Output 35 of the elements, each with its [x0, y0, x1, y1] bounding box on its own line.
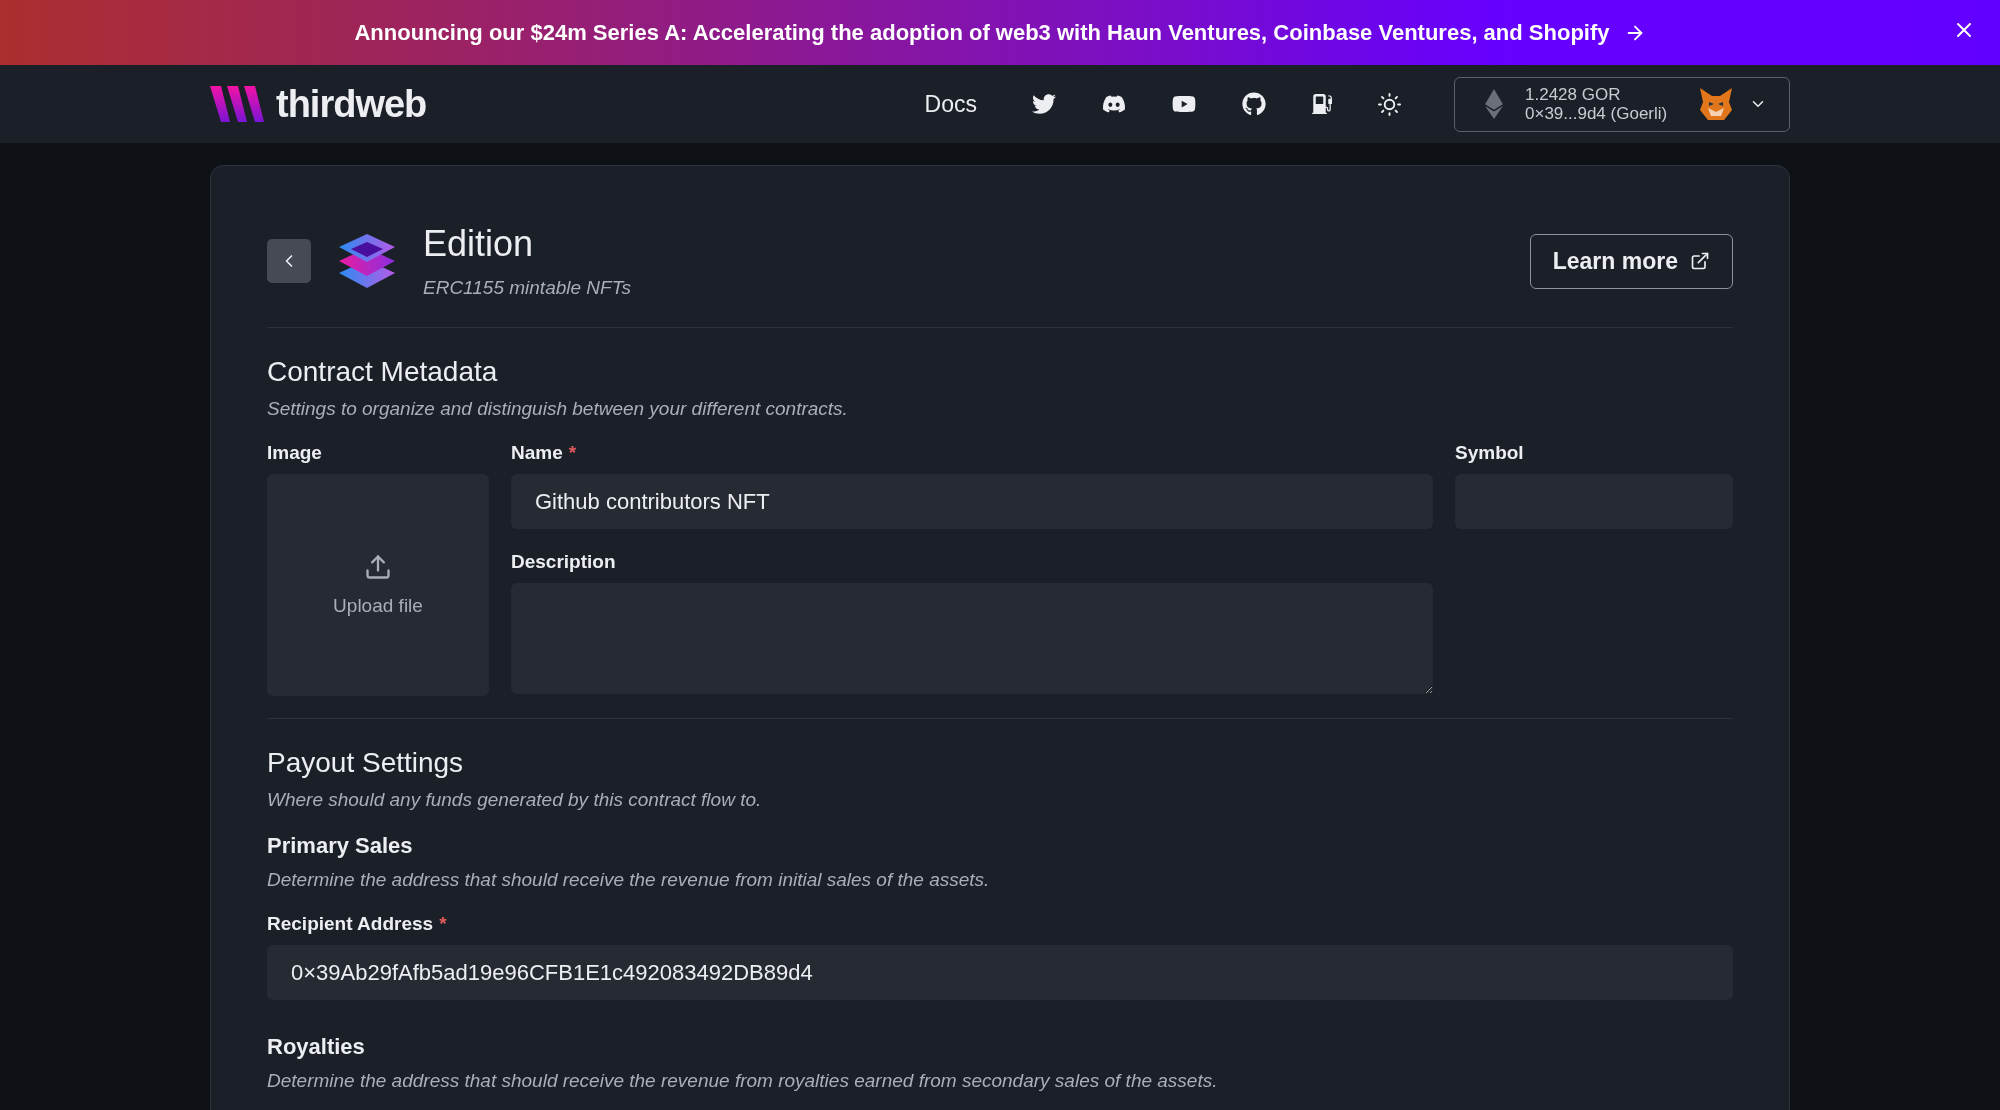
field-label: Name * — [511, 442, 578, 464]
subsection-title: Primary Sales — [267, 833, 414, 859]
sun-icon[interactable] — [1378, 92, 1401, 116]
section-description: Where should any funds generated by this contract flow to. — [267, 789, 763, 811]
layers-icon — [337, 234, 397, 288]
github-icon[interactable] — [1242, 92, 1266, 116]
upload-dropzone[interactable]: Upload file — [267, 474, 489, 696]
recipient-address-input[interactable]: 0×39Ab29fAfb5ad19e96CFB1E1c492083492DB89d4 — [267, 945, 1733, 1000]
subsection-description: Determine the address that should receive the revenue from initial sales of the assets. — [267, 869, 991, 891]
section-description: Settings to organize and distinguish between your different contracts. — [267, 398, 849, 420]
field-label: Description — [511, 551, 617, 573]
section-title: Payout Settings — [267, 747, 465, 779]
wallet-button[interactable]: 1.2428 GOR 0×39...9d4 (Goerli) — [1454, 76, 1790, 132]
contract-subtitle: ERC1155 mintable NFTs — [423, 277, 633, 299]
subsection-description: Determine the address that should receive the revenue from royalties earned from secondary sales of the assets. — [267, 1070, 1219, 1092]
docs-link[interactable]: Docs — [924, 90, 977, 118]
subsection-title: Royalties — [267, 1034, 366, 1060]
brand-name[interactable]: thirdweb — [276, 82, 427, 126]
upload-text: Upload file — [333, 595, 423, 617]
field-label: Recipient Address * — [267, 913, 448, 935]
contract-title: Edition — [423, 223, 535, 265]
announcement-text[interactable]: Announcing our $24m Series A: Accelerating the adoption of web3 with Haun Ventures, Coinbase Ventures, and Shopify — [354, 19, 1610, 46]
learn-more-button[interactable]: Learn more — [1529, 233, 1733, 289]
field-label: Symbol — [1455, 442, 1525, 464]
external-link-icon — [1690, 251, 1710, 271]
logo-icon — [210, 86, 266, 122]
wallet-balance: 1.2428 GOR — [1525, 85, 1621, 104]
wallet-address: 0×39...9d4 (Goerli) — [1525, 104, 1668, 123]
upload-icon — [364, 553, 392, 581]
section-title: Contract Metadata — [267, 356, 499, 388]
name-input[interactable]: Github contributors NFT — [511, 474, 1433, 529]
fox-icon — [1699, 88, 1733, 120]
field-label: Image — [267, 442, 323, 464]
fuel-pump-icon[interactable] — [1312, 94, 1332, 114]
twitter-icon[interactable] — [1032, 92, 1056, 116]
